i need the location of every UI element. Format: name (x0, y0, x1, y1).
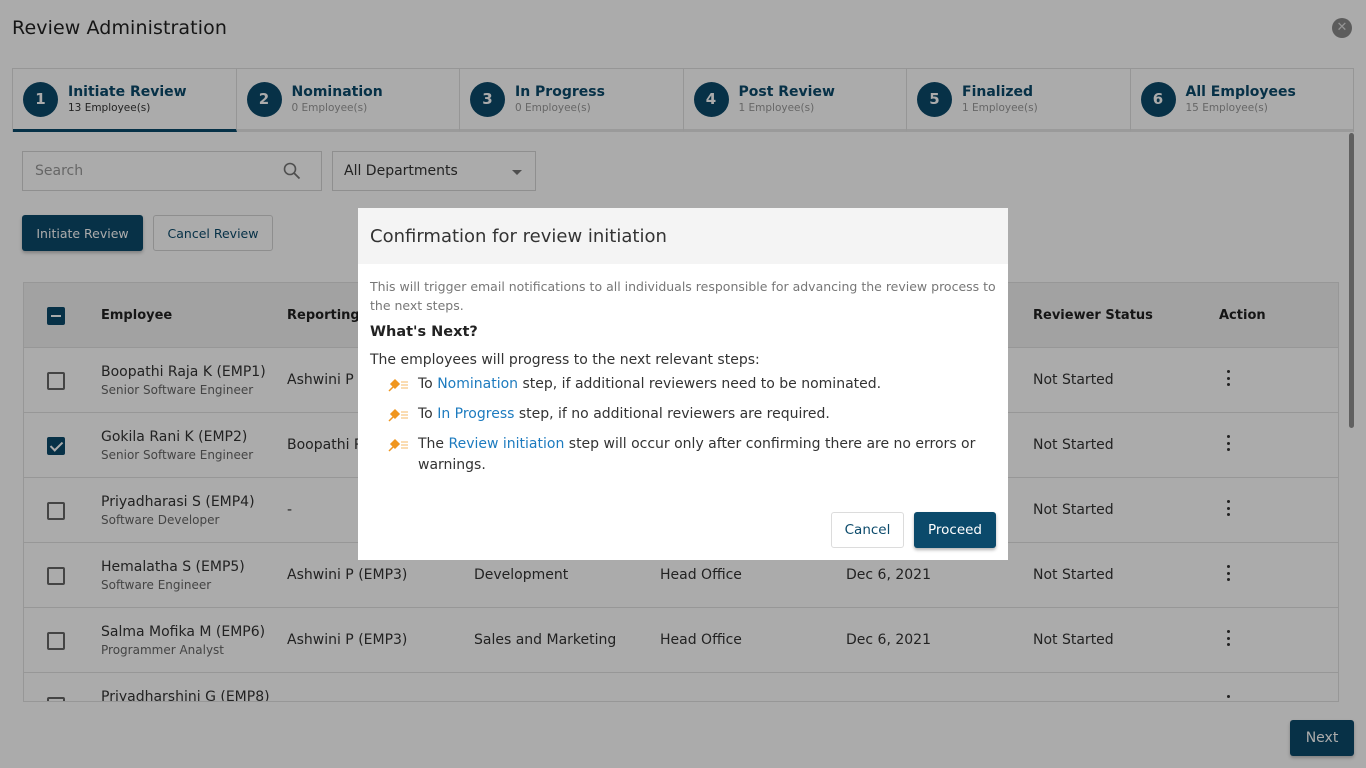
bullet-prefix: The (418, 436, 449, 452)
pin-list-icon (388, 438, 408, 452)
bullet-prefix: To (418, 376, 438, 392)
pin-list-icon (388, 378, 408, 392)
next-steps-list: To Nomination step, if additional review… (370, 374, 996, 476)
list-item: The Review initiation step will occur on… (370, 434, 996, 476)
pin-list-icon (388, 408, 408, 422)
dialog-lead-text: The employees will progress to the next … (370, 352, 760, 368)
review-initiation-link[interactable]: Review initiation (449, 436, 565, 452)
bullet-suffix: step, if additional reviewers need to be… (518, 376, 882, 392)
whats-next-heading: What's Next? (370, 324, 478, 340)
list-item: To Nomination step, if additional review… (370, 374, 996, 395)
confirmation-dialog: Confirmation for review initiation This … (358, 208, 1008, 560)
dialog-body: This will trigger email notifications to… (358, 264, 1008, 476)
nomination-link[interactable]: Nomination (437, 376, 518, 392)
bullet-suffix: step, if no additional reviewers are req… (514, 406, 830, 422)
bullet-prefix: To (418, 406, 438, 422)
list-item: To In Progress step, if no additional re… (370, 404, 996, 425)
proceed-button[interactable]: Proceed (914, 512, 996, 548)
dialog-cancel-button[interactable]: Cancel (831, 512, 904, 548)
dialog-title: Confirmation for review initiation (358, 208, 1008, 264)
in-progress-link[interactable]: In Progress (437, 406, 514, 422)
dialog-description: This will trigger email notifications to… (370, 279, 996, 313)
